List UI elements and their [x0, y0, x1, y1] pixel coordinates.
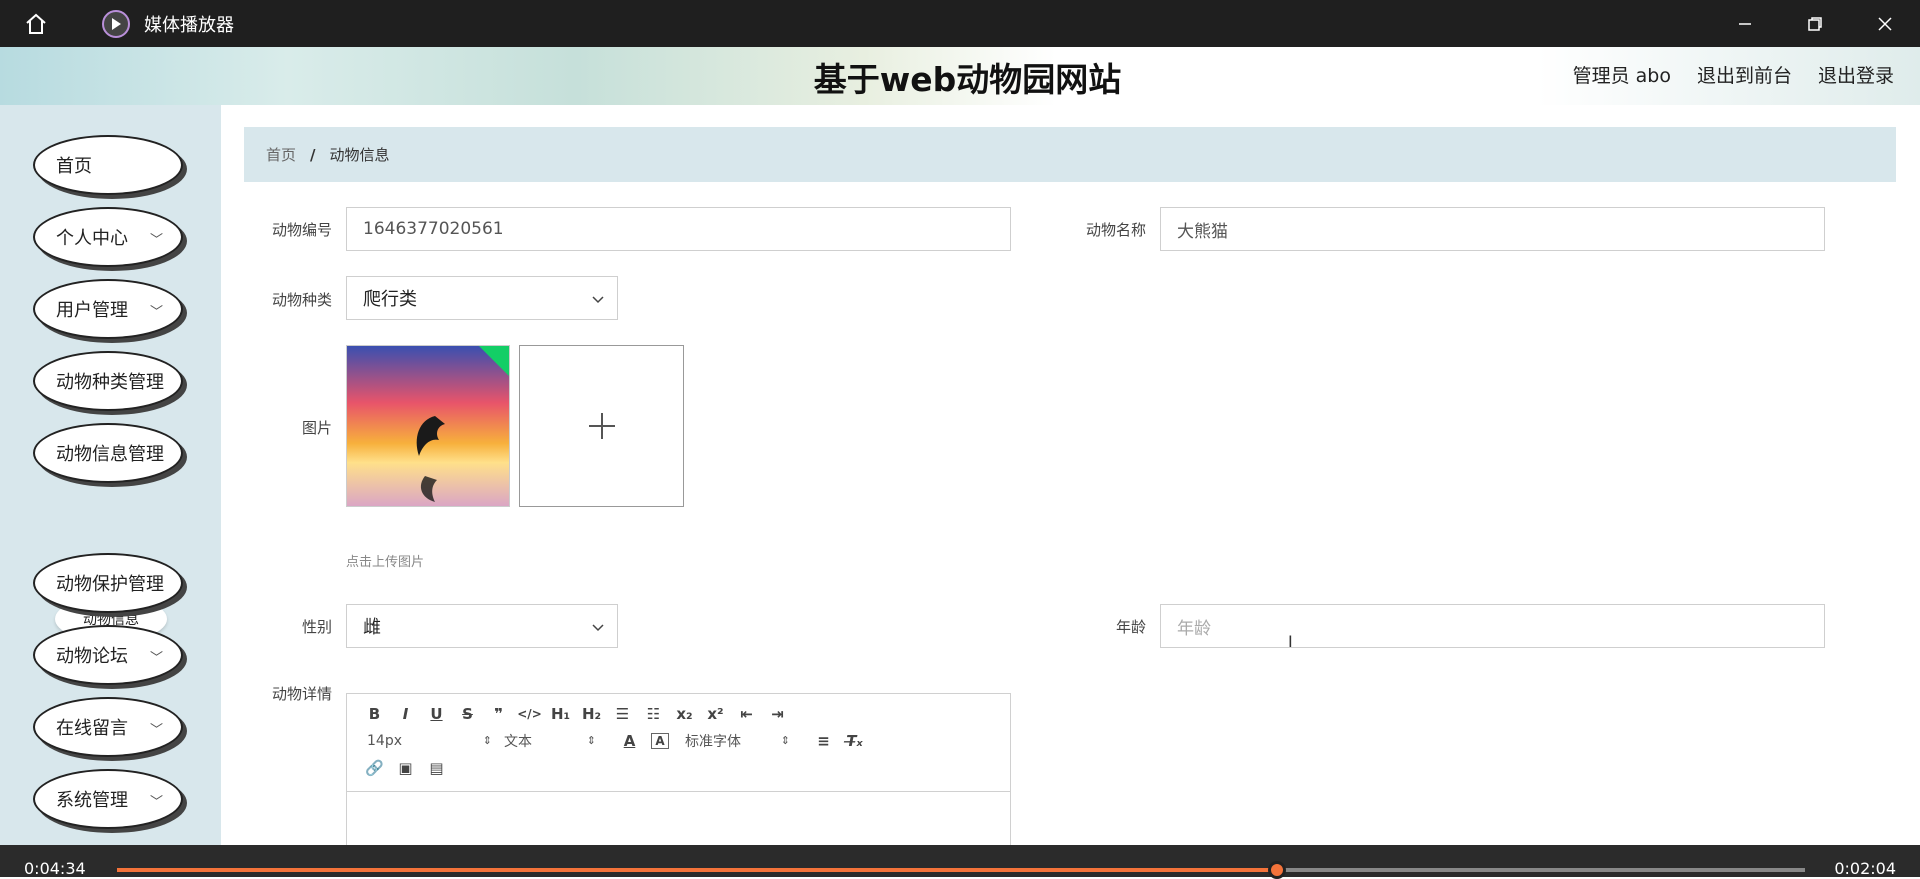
gender-select[interactable]: 雌	[346, 604, 618, 648]
breadcrumb-separator: /	[310, 145, 316, 164]
subscript-icon[interactable]: x₂	[669, 705, 700, 723]
header-2-icon[interactable]: H₂	[576, 705, 607, 723]
sidebar-item-label: 动物种类管理	[56, 372, 164, 393]
gender-value: 雌	[363, 617, 381, 638]
link-icon[interactable]: 🔗	[359, 759, 390, 777]
sidebar-item-label: 个人中心	[56, 228, 128, 249]
indent-icon[interactable]: ⇥	[762, 705, 793, 723]
font-family-value: 标准字体	[685, 733, 741, 750]
font-family-select[interactable]: 标准字体 ⇕	[685, 731, 790, 751]
admin-user-label: 管理员 abo	[1572, 65, 1671, 87]
header-links: 管理员 abo 退出到前台 退出登录	[1573, 61, 1894, 88]
header-1-icon[interactable]: H₁	[545, 705, 576, 723]
seek-handle[interactable]	[1267, 861, 1286, 879]
animal-type-select[interactable]: 爬行类	[346, 276, 618, 320]
remaining-time: 0:02:04	[1834, 859, 1896, 878]
italic-icon[interactable]: I	[390, 705, 421, 723]
breadcrumb: 首页 / 动物信息	[244, 127, 1896, 182]
animal-name-label: 动物名称	[1085, 221, 1146, 239]
chevron-down-icon	[591, 619, 605, 640]
media-player-app-icon	[102, 9, 130, 38]
editor-toolbar: B I U S ❞ </> H₁ H₂ ☰ ☷ x₂ x² ⇤ ⇥ 14px ⇕ …	[347, 694, 1010, 792]
sidebar-item-label: 系统管理	[56, 790, 128, 811]
background-color-icon[interactable]: A	[651, 732, 669, 749]
editor-content-area[interactable]	[347, 792, 1010, 847]
check-icon	[479, 346, 509, 376]
plus-icon	[588, 413, 615, 439]
align-icon[interactable]: ≡	[808, 732, 839, 750]
sidebar-item-label: 在线留言	[56, 718, 128, 739]
window-titlebar: 媒体播放器	[0, 0, 1920, 47]
chevron-down-icon: ﹀	[149, 305, 163, 320]
sidebar: 首页 个人中心 ﹀ 用户管理 ﹀ 动物种类管理 动物信息管理 动物信息 动物保护管理…	[0, 105, 221, 845]
sidebar-item-home[interactable]: 首页	[33, 135, 183, 195]
uploaded-image-thumbnail[interactable]	[346, 345, 510, 507]
rich-text-editor: B I U S ❞ </> H₁ H₂ ☰ ☷ x₂ x² ⇤ ⇥ 14px ⇕ …	[346, 693, 1011, 848]
ordered-list-icon[interactable]: ☰	[607, 705, 638, 723]
blockquote-icon[interactable]: ❞	[483, 705, 514, 723]
video-icon[interactable]: ▤	[421, 759, 452, 777]
image-label: 图片	[301, 419, 332, 437]
clear-format-icon[interactable]: T̶ₓ	[839, 732, 870, 750]
sidebar-item-label: 动物信息管理	[56, 444, 164, 465]
upload-hint: 点击上传图片	[346, 555, 425, 570]
animal-no-label: 动物编号	[271, 221, 332, 239]
font-size-select[interactable]: 14px ⇕	[367, 733, 492, 749]
bullet-list-icon[interactable]: ☷	[638, 705, 669, 723]
chevron-down-icon: ﹀	[149, 233, 163, 248]
sidebar-item-personal-center[interactable]: 个人中心 ﹀	[33, 207, 183, 267]
chevron-down-icon: ﹀	[149, 723, 163, 738]
seek-bar[interactable]	[117, 868, 1805, 872]
player-bar: 0:04:34 0:02:04	[0, 845, 1920, 879]
superscript-icon[interactable]: x²	[700, 705, 731, 723]
block-type-select[interactable]: 文本 ⇕	[504, 731, 596, 751]
animal-type-label: 动物种类	[271, 291, 332, 309]
breadcrumb-current: 动物信息	[329, 146, 390, 164]
site-header: 基于web动物园网站 管理员 abo 退出到前台 退出登录	[0, 47, 1920, 105]
image-icon[interactable]: ▣	[390, 759, 421, 777]
font-size-value: 14px	[367, 732, 402, 749]
breadcrumb-home[interactable]: 首页	[266, 144, 296, 165]
upload-image-button[interactable]	[519, 345, 684, 507]
window-title: 媒体播放器	[144, 14, 234, 36]
chevron-down-icon: ﹀	[149, 651, 163, 666]
sidebar-item-animal-protection-management[interactable]: 动物保护管理	[33, 553, 183, 613]
sidebar-item-animal-forum[interactable]: 动物论坛 ﹀	[33, 625, 183, 685]
block-type-value: 文本	[504, 733, 532, 750]
age-label: 年龄	[1115, 618, 1146, 636]
sidebar-item-label: 动物论坛	[56, 646, 128, 667]
sidebar-item-label: 动物保护管理	[56, 574, 164, 595]
exit-to-front-link[interactable]: 退出到前台	[1697, 61, 1792, 88]
sidebar-item-animal-info-management[interactable]: 动物信息管理	[33, 423, 183, 483]
animal-name-field[interactable]: 大熊猫	[1160, 207, 1825, 251]
chevron-down-icon	[591, 291, 605, 312]
close-icon[interactable]	[1850, 0, 1920, 47]
underline-icon[interactable]: U	[421, 705, 452, 723]
animal-type-value: 爬行类	[363, 289, 417, 310]
font-color-icon[interactable]: A	[614, 732, 645, 750]
gender-label: 性别	[301, 618, 332, 636]
elapsed-time: 0:04:34	[24, 859, 86, 878]
animal-detail-label: 动物详情	[271, 685, 332, 703]
sidebar-item-user-management[interactable]: 用户管理 ﹀	[33, 279, 183, 339]
animal-no-field[interactable]: 1646377020561	[346, 207, 1011, 251]
sidebar-item-online-message[interactable]: 在线留言 ﹀	[33, 697, 183, 757]
restore-icon[interactable]	[1780, 0, 1850, 47]
sidebar-item-animal-type-management[interactable]: 动物种类管理	[33, 351, 183, 411]
chevron-down-icon: ﹀	[149, 795, 163, 810]
code-icon[interactable]: </>	[514, 707, 545, 721]
sidebar-item-label: 首页	[56, 156, 92, 177]
minimize-icon[interactable]	[1710, 0, 1780, 47]
bold-icon[interactable]: B	[359, 705, 390, 723]
age-field[interactable]: 年龄	[1160, 604, 1825, 648]
home-icon[interactable]	[18, 6, 54, 42]
seek-bar-fill	[117, 868, 1277, 872]
logout-link[interactable]: 退出登录	[1818, 61, 1894, 88]
sidebar-item-system-management[interactable]: 系统管理 ﹀	[33, 769, 183, 829]
outdent-icon[interactable]: ⇤	[731, 705, 762, 723]
window-controls	[1710, 0, 1920, 47]
text-cursor-icon: I	[1288, 632, 1293, 651]
sidebar-item-label: 用户管理	[56, 300, 128, 321]
strikethrough-icon[interactable]: S	[452, 705, 483, 723]
